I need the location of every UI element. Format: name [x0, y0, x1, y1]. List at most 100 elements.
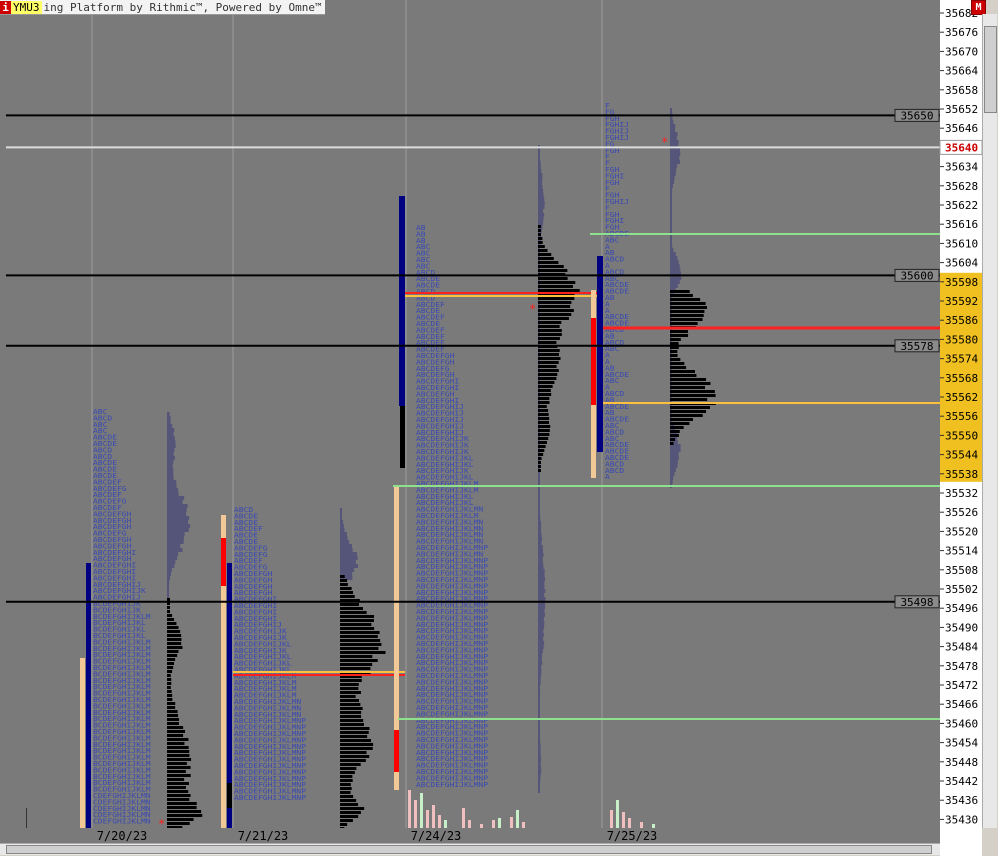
profile-outline	[538, 533, 542, 537]
volume-profile	[340, 659, 378, 662]
profile-outline	[167, 512, 187, 516]
volume-profile	[538, 317, 569, 320]
volume-profile	[167, 718, 179, 721]
volume-profile	[538, 285, 573, 288]
volume-profile	[340, 791, 351, 794]
profile-outline	[167, 576, 171, 580]
volume-profile	[167, 798, 190, 801]
price-label: 35532	[945, 487, 978, 500]
menu-button[interactable]: M	[971, 0, 986, 15]
app-icon[interactable]: i	[0, 0, 11, 14]
profile-outline	[670, 168, 677, 172]
market-profile-chart[interactable]: ABCABCDABCABCABCDEABCDEABCDABCDABCDEABCD…	[0, 0, 998, 856]
profile-outline	[670, 284, 678, 288]
volume-profile	[167, 690, 172, 693]
volume-profile	[167, 710, 178, 713]
volume-profile	[538, 249, 548, 252]
session-volume-bar	[444, 820, 447, 828]
volume-profile	[340, 775, 353, 778]
profile-outline	[670, 224, 672, 228]
volume-profile	[167, 790, 189, 793]
volume-profile	[167, 646, 183, 649]
profile-outline	[167, 476, 174, 480]
profile-outline	[538, 673, 542, 677]
volume-profile	[167, 670, 173, 673]
price-label: 35568	[945, 372, 978, 385]
price-label: 35658	[945, 84, 978, 97]
volume-profile	[167, 694, 173, 697]
vertical-scroll-thumb[interactable]	[984, 26, 997, 113]
volume-profile	[670, 322, 698, 325]
profile-outline	[167, 440, 176, 444]
volume-profile	[538, 309, 574, 312]
price-label: 35634	[945, 161, 978, 174]
reference-level-label: 35578	[900, 340, 933, 353]
profile-outline	[538, 525, 542, 529]
volume-profile	[670, 410, 707, 413]
profile-outline	[538, 661, 543, 665]
profile-outline	[538, 553, 544, 557]
price-label: 35448	[945, 756, 978, 769]
volume-profile	[538, 461, 541, 464]
session-volume-bar	[640, 822, 643, 828]
profile-outline	[538, 493, 540, 497]
profile-outline	[340, 564, 359, 568]
volume-profile	[538, 349, 560, 352]
session-volume-bar	[610, 810, 613, 828]
vertical-scrollbar[interactable]	[982, 14, 997, 828]
profile-outline	[670, 280, 680, 284]
volume-profile	[340, 627, 375, 630]
volume-profile	[340, 731, 369, 734]
profile-outline	[167, 540, 184, 544]
profile-outline	[538, 625, 545, 629]
volume-profile	[340, 815, 359, 818]
profile-outline	[538, 585, 545, 589]
profile-outline	[167, 424, 173, 428]
profile-outline	[538, 641, 545, 645]
profile-outline	[670, 136, 677, 140]
volume-profile	[340, 743, 374, 746]
profile-outline	[538, 645, 544, 649]
profile-outline	[538, 745, 541, 749]
price-label: 35622	[945, 199, 978, 212]
volume-profile	[340, 667, 371, 670]
profile-outline	[670, 196, 672, 200]
profile-outline	[167, 580, 170, 584]
volume-profile	[340, 683, 359, 686]
profile-outline	[670, 260, 679, 264]
horizontal-scroll-thumb[interactable]	[6, 845, 932, 854]
symbol-label[interactable]: YMU3	[11, 0, 42, 14]
session-volume-bar	[510, 817, 513, 828]
session-volume-bar	[432, 805, 435, 828]
volume-profile	[340, 615, 375, 618]
volume-profile	[670, 394, 716, 397]
profile-outline	[538, 773, 541, 777]
profile-outline	[538, 169, 542, 173]
profile-outline	[167, 480, 177, 484]
profile-outline	[538, 185, 543, 189]
profile-outline	[340, 556, 358, 560]
platform-title: ing Platform by Rithmic™, Powered by Omn…	[43, 0, 322, 14]
profile-outline	[538, 561, 544, 565]
volume-profile	[167, 698, 173, 701]
profile-outline	[670, 216, 672, 220]
price-label: 35442	[945, 775, 978, 788]
volume-profile	[167, 722, 179, 725]
volume-profile	[167, 614, 173, 617]
profile-outline	[538, 629, 544, 633]
profile-outline	[538, 665, 542, 669]
profile-outline	[538, 593, 545, 597]
date-label: 7/21/23	[238, 829, 289, 843]
volume-profile	[167, 610, 171, 613]
volume-profile	[340, 583, 348, 586]
volume-profile	[538, 313, 572, 316]
profile-outline	[167, 500, 183, 504]
price-label: 35586	[945, 314, 978, 327]
profile-outline	[670, 480, 673, 484]
horizontal-scrollbar[interactable]	[0, 843, 940, 855]
volume-profile	[670, 294, 693, 297]
current-price-label: 35640	[945, 141, 978, 154]
profile-outline	[538, 733, 541, 737]
volume-profile	[167, 626, 179, 629]
volume-profile	[167, 634, 182, 637]
